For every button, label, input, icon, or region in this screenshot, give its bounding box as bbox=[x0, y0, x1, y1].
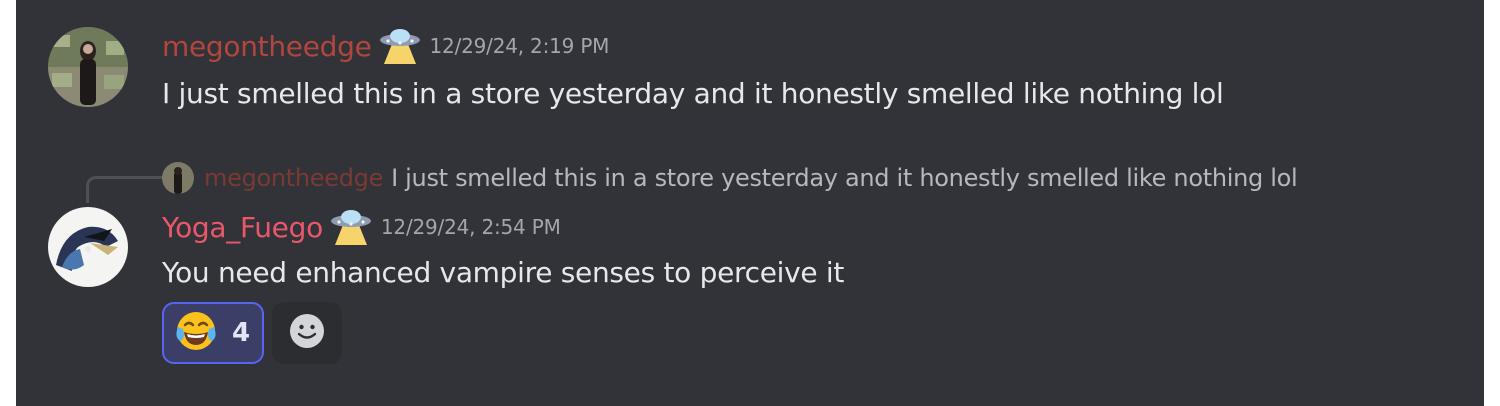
chat-message: megontheedge I just smelled this in a st… bbox=[16, 140, 1484, 406]
message-header: megontheedge 12/29/24, 2:19 PM bbox=[162, 26, 609, 66]
add-reaction-smiley-icon bbox=[289, 313, 325, 353]
chat-panel: megontheedge 12/29/24, 2:19 PM I just sm… bbox=[16, 0, 1484, 406]
message-text: I just smelled this in a store yesterday… bbox=[162, 77, 1224, 110]
message-header: Yoga_Fuego 12/29/24, 2:54 PM bbox=[162, 207, 561, 247]
chat-message: megontheedge 12/29/24, 2:19 PM I just sm… bbox=[16, 0, 1484, 140]
reply-text[interactable]: I just smelled this in a store yesterday… bbox=[391, 164, 1298, 192]
reaction-button[interactable]: 4 bbox=[162, 302, 264, 364]
timestamp: 12/29/24, 2:54 PM bbox=[380, 215, 561, 239]
ufo-icon bbox=[329, 207, 373, 247]
avatar[interactable] bbox=[48, 27, 128, 107]
add-reaction-button[interactable] bbox=[272, 302, 342, 364]
reaction-count: 4 bbox=[232, 318, 251, 348]
reply-author[interactable]: megontheedge bbox=[204, 164, 383, 192]
username[interactable]: megontheedge bbox=[162, 30, 372, 63]
reactions-bar: 4 bbox=[162, 302, 342, 364]
ufo-icon bbox=[378, 26, 422, 66]
username[interactable]: Yoga_Fuego bbox=[162, 211, 323, 244]
avatar[interactable] bbox=[48, 207, 128, 287]
timestamp: 12/29/24, 2:19 PM bbox=[429, 34, 610, 58]
message-text: You need enhanced vampire senses to perc… bbox=[162, 256, 845, 289]
reply-connector bbox=[86, 176, 163, 203]
face-with-tears-of-joy-icon bbox=[174, 309, 218, 357]
reply-avatar bbox=[162, 162, 194, 194]
reply-reference[interactable]: megontheedge I just smelled this in a st… bbox=[162, 162, 1298, 194]
